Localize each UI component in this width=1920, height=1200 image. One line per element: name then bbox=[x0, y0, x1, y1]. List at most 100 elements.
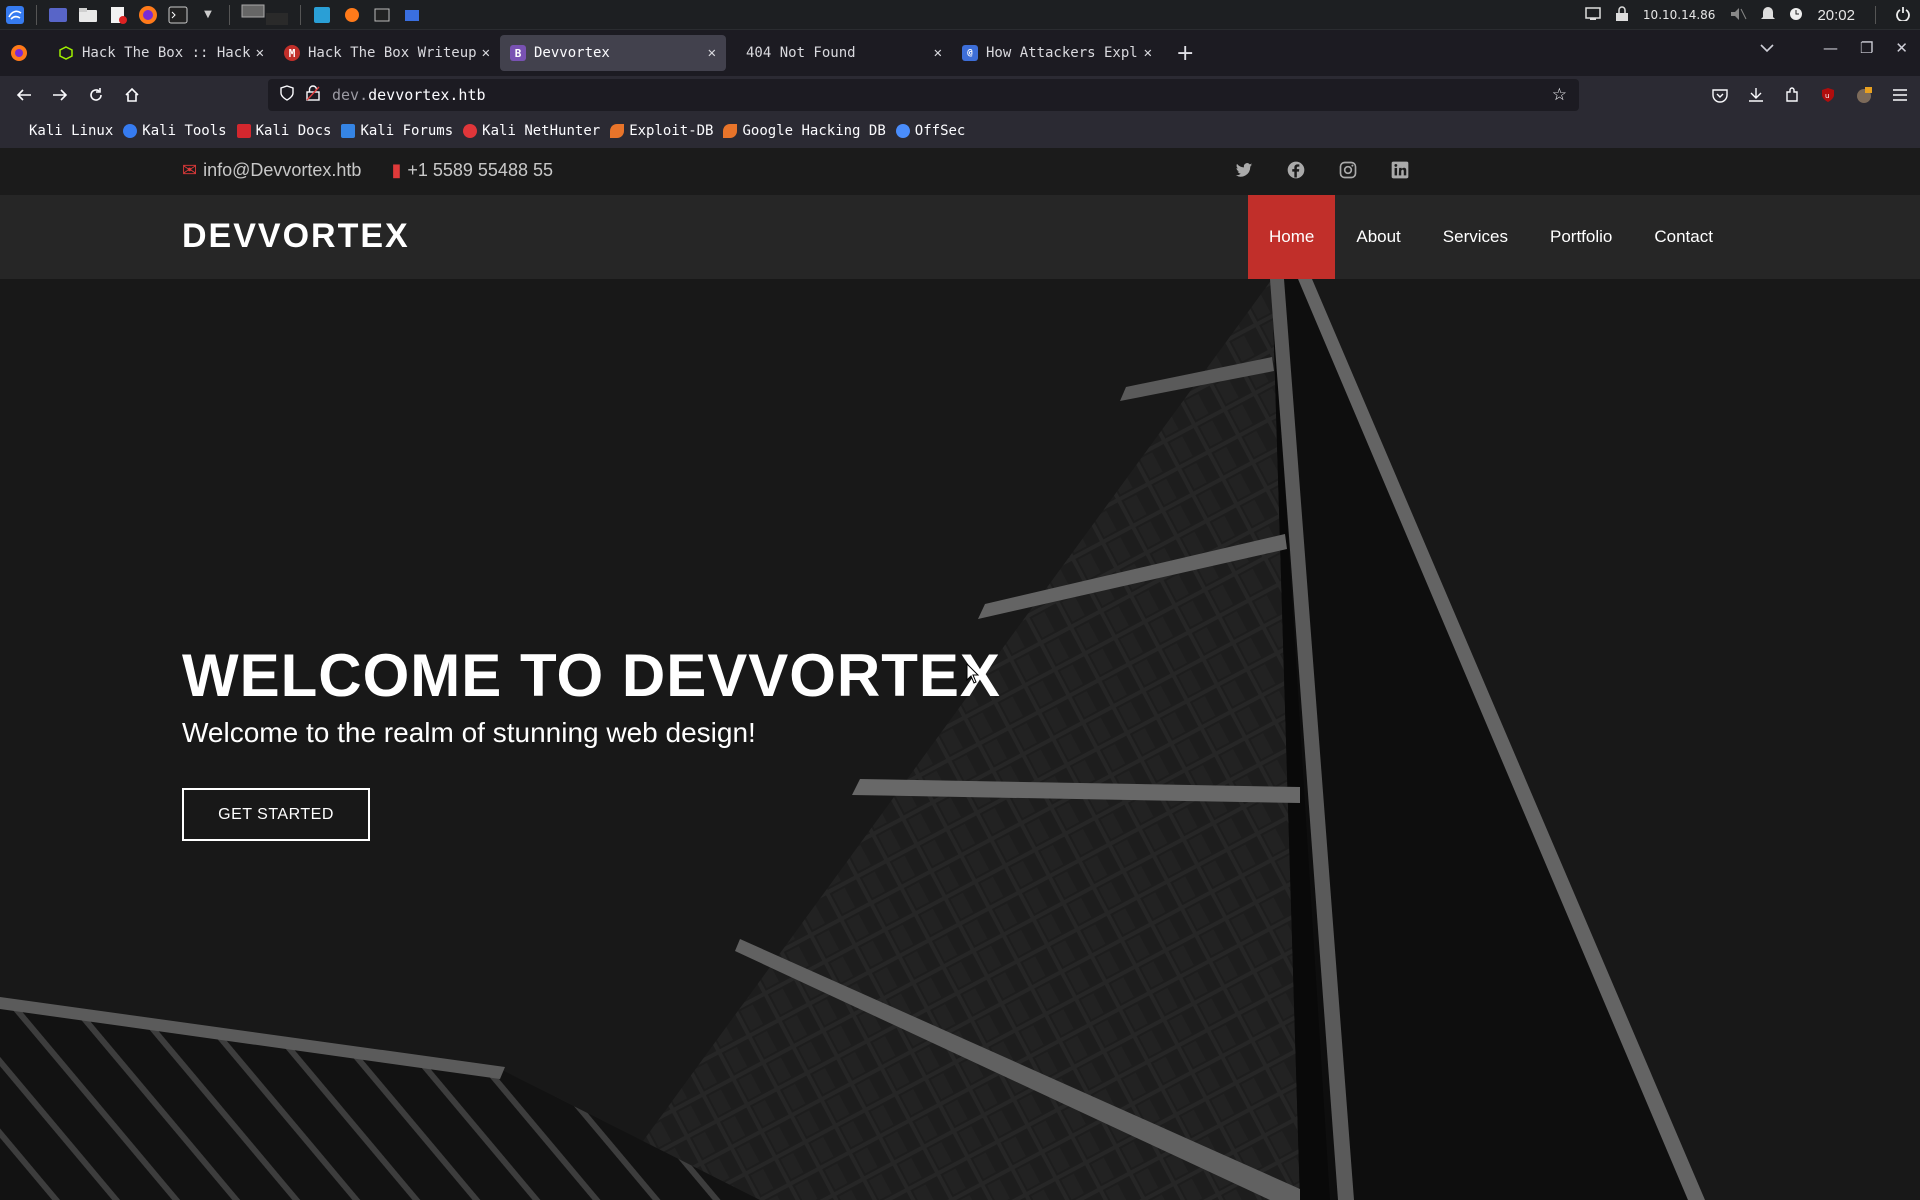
taskbar-app-icon[interactable] bbox=[311, 5, 333, 25]
notification-bell-icon[interactable] bbox=[1761, 6, 1776, 25]
taskbar-firefox-icon[interactable] bbox=[341, 5, 363, 25]
bookmark-google-hacking-db[interactable]: Google Hacking DB bbox=[723, 123, 886, 139]
clock-icon bbox=[1789, 7, 1803, 24]
bookmark-kali-nethunter[interactable]: Kali NetHunter bbox=[463, 123, 600, 139]
nav-contact[interactable]: Contact bbox=[1633, 195, 1734, 279]
restore-icon[interactable]: ❐ bbox=[1860, 39, 1873, 57]
forward-arrow-icon[interactable] bbox=[42, 80, 78, 110]
terminal-launcher-icon[interactable] bbox=[167, 5, 189, 25]
htb-cube-icon bbox=[58, 45, 74, 61]
bookmark-kali-linux[interactable]: Kali Linux bbox=[10, 123, 113, 139]
hero-title: WELCOME TO DEVVORTEX bbox=[182, 642, 1001, 709]
minimize-icon[interactable]: — bbox=[1823, 39, 1838, 57]
url-domain: devvortex.htb bbox=[368, 86, 486, 104]
tab-title: Hack The Box :: Hack The Box bbox=[82, 45, 250, 61]
site-header: DEVVORTEX Home About Services Portfolio … bbox=[0, 195, 1920, 279]
file-manager-icon[interactable] bbox=[77, 5, 99, 25]
bookmark-label: Kali NetHunter bbox=[482, 123, 601, 139]
taskbar-terminal-icon[interactable] bbox=[371, 5, 393, 25]
tab-writeups[interactable]: M Hack The Box Writeups ✕ bbox=[274, 35, 500, 71]
bookmark-kali-tools[interactable]: Kali Tools bbox=[123, 123, 227, 139]
firefox-launcher-icon[interactable] bbox=[137, 5, 159, 25]
back-arrow-icon[interactable] bbox=[6, 80, 42, 110]
linkedin-icon[interactable] bbox=[1390, 160, 1410, 180]
close-icon[interactable]: ✕ bbox=[708, 45, 716, 61]
site-topbar: ✉ info@Devvortex.htb ▮ +1 5589 55488 55 bbox=[0, 148, 1920, 195]
twitter-icon[interactable] bbox=[1234, 160, 1254, 180]
bookmark-exploit-db[interactable]: Exploit-DB bbox=[610, 123, 713, 139]
bookmark-label: Google Hacking DB bbox=[742, 123, 886, 139]
bookmark-label: Exploit-DB bbox=[629, 123, 714, 139]
envelope-icon: ✉ bbox=[182, 160, 198, 180]
ip-address: 10.10.14.86 bbox=[1642, 8, 1716, 22]
phone-text: +1 5589 55488 55 bbox=[407, 160, 553, 180]
bookmark-label: Kali Tools bbox=[142, 123, 227, 139]
hamburger-menu-icon[interactable] bbox=[1888, 80, 1912, 110]
ghdb-icon bbox=[723, 124, 738, 138]
bookmarks-toolbar: Kali Linux Kali Tools Kali Docs Kali For… bbox=[0, 114, 1920, 148]
url-bar[interactable]: dev.devvortex.htb ☆ bbox=[268, 79, 1579, 111]
tab-title: Devvortex bbox=[534, 45, 610, 61]
taskbar-folder-icon[interactable] bbox=[401, 5, 423, 25]
tracking-shield-icon[interactable] bbox=[280, 85, 294, 105]
phone-contact: ▮ +1 5589 55488 55 bbox=[391, 160, 553, 181]
nethunter-icon bbox=[463, 124, 478, 138]
bookmark-offsec[interactable]: OffSec bbox=[895, 123, 966, 139]
get-started-button[interactable]: GET STARTED bbox=[182, 788, 370, 841]
instagram-icon[interactable] bbox=[1338, 160, 1358, 180]
new-tab-plus-icon[interactable]: + bbox=[1176, 41, 1194, 66]
kali-forums-icon bbox=[341, 124, 356, 138]
os-top-panel: ▼ 10.10.14.86 20:02 bbox=[0, 0, 1920, 30]
bookmark-kali-docs[interactable]: Kali Docs bbox=[236, 123, 331, 139]
vpn-lock-icon[interactable] bbox=[1615, 5, 1629, 25]
close-window-icon[interactable]: ✕ bbox=[1895, 39, 1908, 57]
clock[interactable]: 20:02 bbox=[1817, 7, 1855, 24]
nav-services[interactable]: Services bbox=[1422, 195, 1529, 279]
kali-docs-icon bbox=[236, 124, 251, 138]
nav-about[interactable]: About bbox=[1335, 195, 1421, 279]
pocket-icon[interactable] bbox=[1708, 80, 1732, 110]
ublock-origin-icon[interactable]: u bbox=[1816, 80, 1840, 110]
facebook-icon[interactable] bbox=[1286, 160, 1306, 180]
workspace-icon[interactable] bbox=[47, 5, 69, 25]
text-editor-icon[interactable] bbox=[107, 5, 129, 25]
tab-htb[interactable]: Hack The Box :: Hack The Box ✕ bbox=[48, 35, 274, 71]
bookmark-star-icon[interactable]: ☆ bbox=[1552, 85, 1567, 105]
close-icon[interactable]: ✕ bbox=[934, 45, 942, 61]
close-icon[interactable]: ✕ bbox=[256, 45, 264, 61]
chevron-down-icon[interactable]: ▼ bbox=[197, 5, 219, 25]
nav-home[interactable]: Home bbox=[1248, 195, 1336, 279]
page-content: ✉ info@Devvortex.htb ▮ +1 5589 55488 55 DE… bbox=[0, 148, 1920, 1200]
kali-menu-icon[interactable] bbox=[4, 0, 26, 30]
site-logo[interactable]: DEVVORTEX bbox=[182, 217, 410, 256]
browser-tab-bar: Hack The Box :: Hack The Box ✕ M Hack Th… bbox=[0, 31, 1920, 75]
tab-devvortex[interactable]: B Devvortex ✕ bbox=[500, 35, 726, 71]
insecure-lock-icon[interactable] bbox=[306, 85, 320, 105]
foxyproxy-icon[interactable] bbox=[1852, 80, 1876, 110]
list-all-tabs-chevron-icon[interactable] bbox=[1760, 41, 1774, 57]
muted-volume-icon[interactable] bbox=[1729, 6, 1747, 25]
workspace-1-icon[interactable] bbox=[240, 4, 290, 25]
medium-icon: M bbox=[284, 45, 300, 61]
nav-portfolio[interactable]: Portfolio bbox=[1529, 195, 1633, 279]
home-icon[interactable] bbox=[114, 80, 150, 110]
email-text: info@Devvortex.htb bbox=[203, 160, 362, 180]
close-icon[interactable]: ✕ bbox=[1144, 45, 1152, 61]
main-nav: Home About Services Portfolio Contact bbox=[1248, 195, 1734, 279]
firefox-view-icon[interactable] bbox=[8, 43, 30, 63]
bookmark-label: OffSec bbox=[914, 123, 966, 139]
bookmark-kali-forums[interactable]: Kali Forums bbox=[341, 123, 453, 139]
extensions-puzzle-icon[interactable] bbox=[1780, 80, 1804, 110]
screen-icon[interactable] bbox=[1585, 6, 1601, 24]
email-contact[interactable]: ✉ info@Devvortex.htb bbox=[182, 160, 361, 181]
tab-404[interactable]: 404 Not Found ✕ bbox=[726, 35, 952, 71]
tab-title: Hack The Box Writeups bbox=[308, 45, 476, 61]
reload-icon[interactable] bbox=[78, 80, 114, 110]
downloads-icon[interactable] bbox=[1744, 80, 1768, 110]
hero-section: WELCOME TO DEVVORTEX Welcome to the real… bbox=[0, 279, 1920, 1200]
power-icon[interactable] bbox=[1896, 6, 1910, 24]
kali-dragon-icon bbox=[10, 124, 24, 138]
close-icon[interactable]: ✕ bbox=[482, 45, 490, 61]
bookmark-label: Kali Forums bbox=[360, 123, 454, 139]
tab-attackers[interactable]: @ How Attackers Exploit ✕ bbox=[952, 35, 1162, 71]
